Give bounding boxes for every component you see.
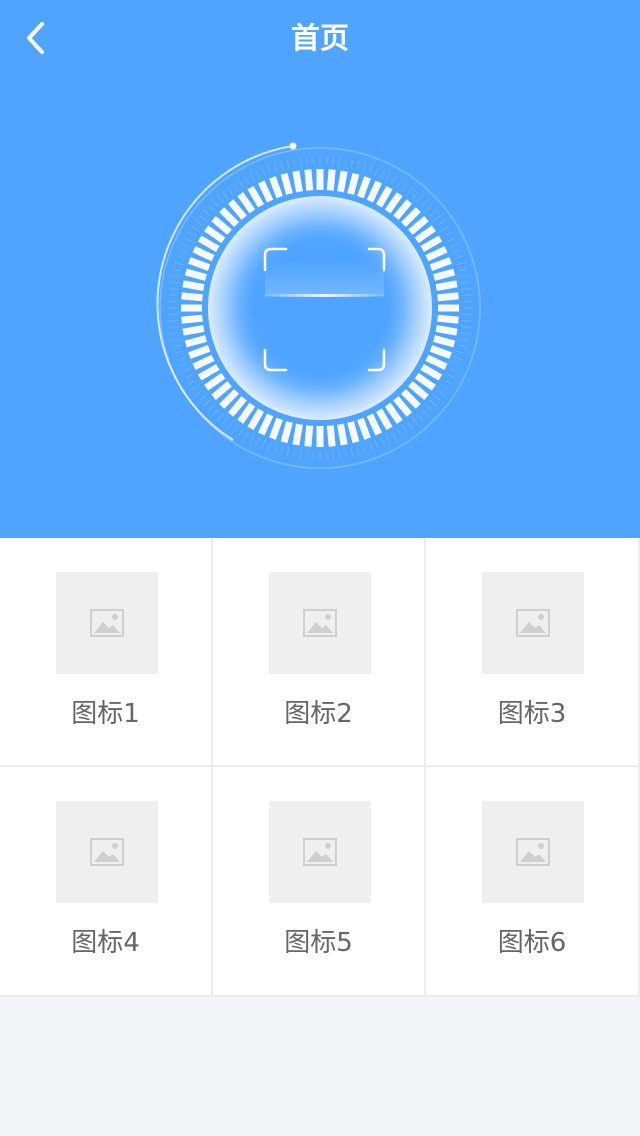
image-placeholder-icon — [55, 572, 158, 674]
grid-item-5[interactable]: 图标5 — [213, 767, 426, 997]
image-placeholder-icon — [268, 801, 371, 903]
grid-item-1[interactable]: 图标1 — [0, 538, 213, 767]
grid-item-label: 图标2 — [284, 699, 353, 729]
image-placeholder-icon — [55, 801, 158, 903]
image-placeholder-icon — [482, 801, 584, 903]
page-title: 首页 — [290, 21, 349, 55]
grid-item-label: 图标1 — [71, 699, 140, 729]
grid-item-label: 图标6 — [497, 928, 567, 958]
image-placeholder-icon — [482, 572, 584, 674]
image-placeholder-icon — [268, 572, 371, 674]
grid-item-label: 图标3 — [497, 699, 567, 729]
icon-grid: 图标1 图标2 图标3 图标4 图标5 图标6 — [0, 538, 640, 997]
grid-item-2[interactable]: 图标2 — [213, 538, 426, 767]
scan-button[interactable] — [145, 130, 495, 480]
grid-item-6[interactable]: 图标6 — [426, 767, 640, 997]
grid-item-label: 图标5 — [284, 928, 353, 958]
grid-item-label: 图标4 — [71, 928, 140, 958]
scan-frame-icon — [156, 142, 481, 469]
grid-item-3[interactable]: 图标3 — [426, 538, 640, 767]
hero-banner: 首页 — [0, 0, 640, 538]
grid-item-4[interactable]: 图标4 — [0, 767, 213, 997]
